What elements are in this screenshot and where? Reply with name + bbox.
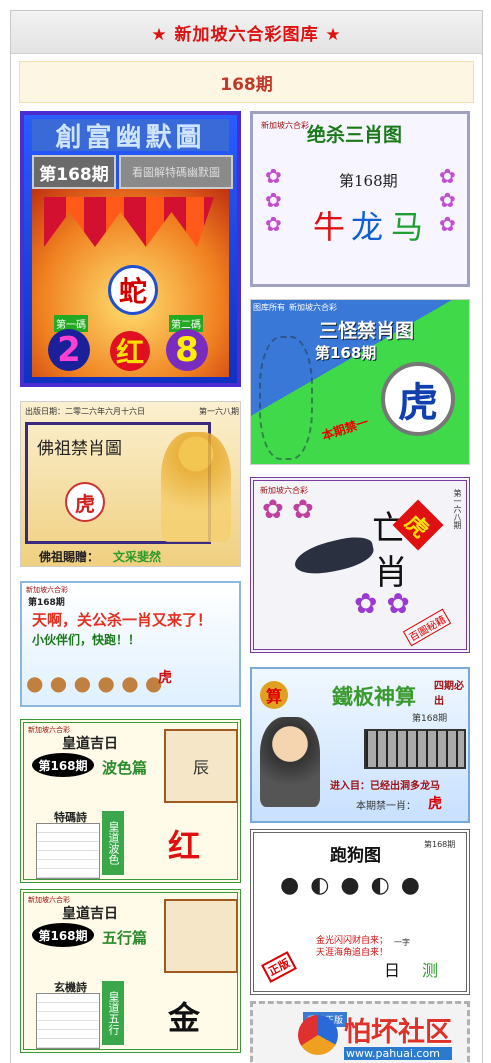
card-huangdao-bose-corner: 辰 — [164, 729, 237, 803]
card-tieban-seal: 算 — [260, 681, 288, 709]
card-huangdao-bose-answer: 红 — [168, 827, 201, 865]
card-juesha-flower-right: ✿ ✿ ✿ — [439, 164, 456, 236]
site-watermark: 怕坏社区 www.pahuai.com — [298, 1008, 491, 1062]
card-fozu-zodiac: 虎 — [65, 482, 105, 522]
card-paogou-dogs: ● ◐ ● ◐ ● — [280, 873, 422, 898]
card-fozu-header: 出版日期：二零二六年六月十六日 — [25, 407, 145, 416]
issue-label: 168期 — [19, 61, 474, 103]
card-tieban[interactable]: 算 鐵板神算 四期必出 第168期 进入目：已经出洞多龙马 本期禁一肖： 虎 — [250, 667, 470, 823]
card-guangong-zodiac: 虎 — [158, 670, 172, 686]
card-wangxiao-stamp: 百圖秘籍 — [402, 608, 452, 647]
gallery-frame: ★ 新加坡六合彩图库 ★ 168期 創富幽默圖 第168期 看圖解特碼幽默圖 蛇… — [10, 10, 483, 1063]
card-guangong-issue: 第168期 — [28, 598, 65, 608]
card-fozu-title: 佛祖禁肖圖 — [37, 439, 122, 459]
card-fozu-issue: 第一六八期 — [199, 407, 239, 416]
card-paogou-issue: 第168期 — [424, 840, 456, 849]
watermark-site: 怕坏社区 — [344, 1017, 452, 1048]
card-huangdao-wuxing-vertical: 皇道五行 — [102, 981, 124, 1045]
card-juesha-flower-left: ✿ ✿ ✿ — [265, 164, 282, 236]
card-huangdao-wuxing[interactable]: 新加坡六合彩 皇道吉日 第168期 五行篇 玄機詩 皇道五行 金 — [20, 889, 241, 1053]
card-paogou[interactable]: 跑狗图 第168期 ● ◐ ● ◐ ● 金光闪闪财自来； 天涯海角追自来！ 一字… — [250, 829, 470, 995]
card-fozu-slogan: 文采斐然 — [113, 550, 162, 564]
card-guangong[interactable]: 新加坡六合彩 第168期 天啊，关公杀一肖又来了！ 小伙伴们，快跑！！ ● ● … — [20, 581, 241, 707]
card-chuangfu-num2: 8 — [166, 329, 208, 371]
card-paogou-center: 一字 — [394, 938, 410, 947]
watermark-text: 怕坏社区 www.pahuai.com — [344, 1010, 452, 1060]
card-sanguai-tag: 图库所有 — [253, 303, 285, 312]
card-tieban-issue: 第168期 — [412, 714, 448, 724]
card-huangdao-bose-issue: 第168期 — [32, 753, 94, 777]
card-sanguai-note: 本期禁一 — [320, 414, 371, 444]
card-tieban-ban: 本期禁一肖： — [356, 801, 416, 812]
card-wangxiao-flowers: ✿ ✿ — [262, 495, 314, 525]
card-sanguai-brand: 新加坡六合彩 — [289, 303, 337, 312]
card-chuangfu-color: 红 — [110, 331, 150, 371]
card-paogou-title: 跑狗图 — [330, 846, 381, 866]
card-huangdao-wuxing-title: 皇道吉日 — [62, 906, 118, 922]
card-tieban-line: 进入目：已经出洞多龙马 — [330, 781, 440, 792]
card-huangdao-wuxing-issue: 第168期 — [32, 923, 94, 947]
card-chuangfu-num1: 2 — [48, 329, 90, 371]
card-guangong-headline: 天啊，关公杀一肖又来了！ — [32, 611, 213, 629]
card-huangdao-wuxing-corner — [164, 899, 237, 973]
card-chuangfu-title: 創富幽默圖 — [32, 119, 229, 153]
card-tieban-title: 鐵板神算 — [332, 685, 416, 709]
card-guangong-animals: ● ● ● ● ● ● — [26, 671, 163, 695]
card-juesha-title: 绝杀三肖图 — [307, 124, 403, 146]
card-juesha[interactable]: 新加坡六合彩 绝杀三肖图 ✿ ✿ ✿ ✿ ✿ ✿ 第168期 牛 龙 马 — [250, 111, 470, 287]
card-fozu-footer: 佛祖賜贈： — [39, 550, 100, 564]
card-huangdao-bose-corner-text: 辰 — [192, 758, 209, 777]
card-sanguai-issue: 第168期 — [315, 344, 377, 362]
watermark-url: www.pahuai.com — [344, 1047, 452, 1060]
card-paogou-line-2: 天涯海角追自来！ — [316, 948, 389, 958]
card-wangxiao-side: 第一六八期 — [453, 489, 462, 529]
card-juesha-zodiac-1: 牛 — [313, 208, 346, 246]
card-tieban-abacus — [364, 729, 466, 769]
card-huangdao-bose[interactable]: 新加坡六合彩 皇道吉日 第168期 波色篇 辰 特碼詩 皇道波色 红 — [20, 719, 241, 883]
card-juesha-issue: 第168期 — [339, 172, 398, 190]
card-juesha-zodiac-2: 龙 — [351, 208, 384, 246]
card-huangdao-bose-vertical: 皇道波色 — [102, 811, 124, 875]
card-chuangfu[interactable]: 創富幽默圖 第168期 看圖解特碼幽默圖 蛇 第一碼 第二碼 2 红 8 — [20, 111, 241, 387]
page-title: ★ 新加坡六合彩图库 ★ — [11, 11, 482, 54]
card-guangong-brand: 新加坡六合彩 — [26, 586, 68, 594]
card-huangdao-bose-title: 皇道吉日 — [62, 736, 118, 752]
card-chuangfu-issue: 第168期 — [32, 155, 116, 189]
card-tieban-side: 四期必出 — [434, 681, 464, 707]
card-huangdao-wuxing-answer: 金 — [168, 999, 201, 1037]
card-wangxiao-flowers-bottom: ✿ ✿ — [354, 587, 410, 620]
card-juesha-zodiac-3: 马 — [391, 208, 424, 246]
card-paogou-d1: 日 — [384, 961, 401, 980]
card-sanguai-zodiac: 虎 — [381, 362, 455, 436]
card-paogou-d2: 测 — [422, 961, 439, 980]
card-huangdao-wuxing-box — [36, 993, 100, 1049]
card-tieban-zodiac: 虎 — [428, 796, 442, 812]
card-paogou-stamp: 正版 — [261, 951, 297, 983]
watermark-logo-icon — [298, 1015, 338, 1055]
card-fozu[interactable]: 出版日期：二零二六年六月十六日 第一六八期 佛祖禁肖圖 虎 佛祖賜贈： 文采斐然 — [20, 401, 241, 567]
card-fozu-buddha — [161, 432, 231, 542]
card-sanguai-faces — [259, 336, 313, 460]
card-juesha-brand: 新加坡六合彩 — [261, 121, 309, 130]
card-wangxiao-bird — [291, 533, 377, 579]
card-sanguai-title: 三怪禁肖图 — [319, 320, 415, 342]
card-tieban-portrait — [260, 717, 320, 807]
card-huangdao-wuxing-section: 五行篇 — [102, 929, 148, 947]
card-wangxiao[interactable]: 新加坡六合彩 ✿ ✿ 亡 肖 虎 第一六八期 ✿ ✿ 百圖秘籍 — [250, 477, 470, 653]
card-guangong-sub: 小伙伴们，快跑！！ — [32, 633, 141, 647]
card-sanguai[interactable]: 图库所有 新加坡六合彩 三怪禁肖图 第168期 虎 本期禁一 — [250, 299, 470, 465]
card-huangdao-bose-box — [36, 823, 100, 879]
card-chuangfu-sub: 看圖解特碼幽默圖 — [119, 155, 233, 189]
card-huangdao-bose-section: 波色篇 — [102, 759, 148, 777]
card-chuangfu-zodiac: 蛇 — [108, 265, 158, 315]
